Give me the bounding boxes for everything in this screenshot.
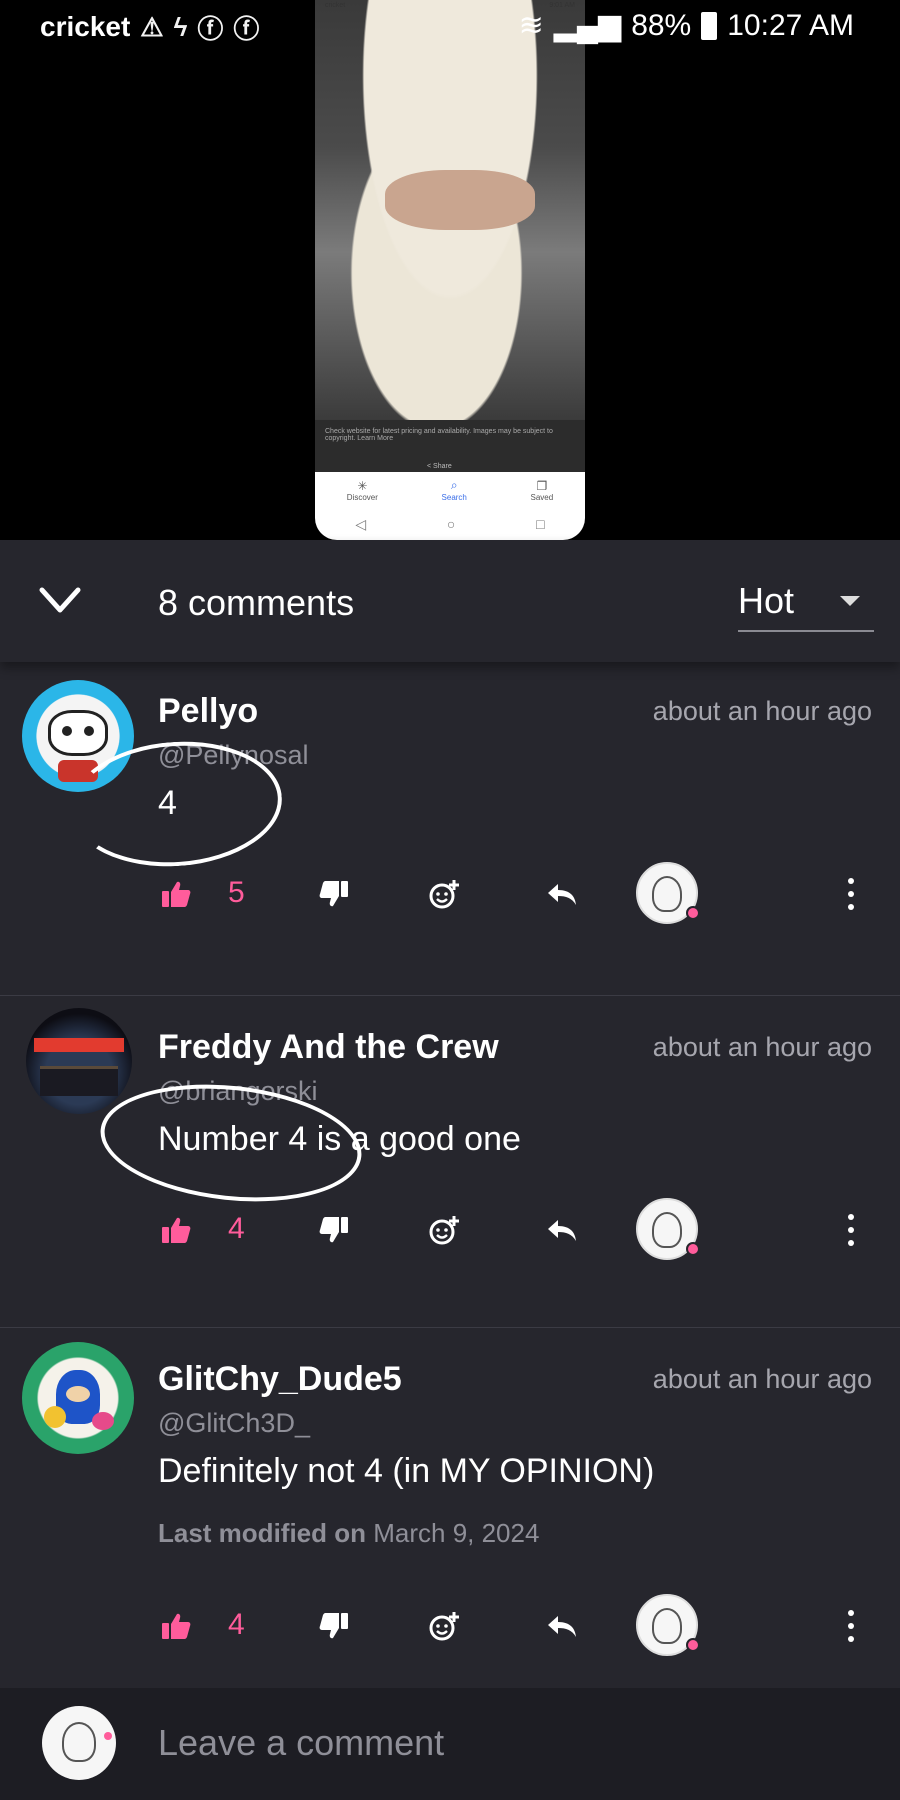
user-handle: @GlitCh3D_ [158,1408,310,1438]
comment-count: 8 comments [158,582,355,623]
bookmark-icon: ❐ [536,478,548,493]
reply-arrow-icon [548,1220,576,1241]
more-options-button[interactable] [848,878,856,910]
reply-arrow-icon [548,1616,576,1637]
comment-actions: 4 [0,1198,900,1262]
reply-button[interactable] [546,862,578,926]
like-count: 4 [228,1608,245,1641]
more-options-button[interactable] [848,1214,856,1246]
dislike-button[interactable] [318,862,350,926]
avatar[interactable] [22,1342,134,1454]
last-modified: Last modified on March 9, 2024 [158,1518,540,1548]
avatar[interactable] [26,1008,132,1114]
comments-sheet: 8 comments Hot Pellyo @Pellynosal about … [0,540,900,1800]
embedded-phone-screenshot: cricket 9:01 AM Check website for latest… [315,0,585,540]
thumbs-up-icon [162,1217,191,1243]
comment-composer[interactable]: Leave a comment [0,1688,900,1800]
thumbs-down-icon [319,1217,348,1243]
add-emoji-icon [429,1216,459,1245]
facebook-icon: ⓕ [197,13,224,44]
reactor-avatar[interactable] [636,862,700,924]
reply-button[interactable] [546,1198,578,1262]
heart-icon [686,1242,700,1256]
add-emoji-icon [429,880,459,909]
timestamp: about an hour ago [652,696,872,726]
current-user-avatar [42,1706,116,1780]
caret-down-icon [840,596,860,606]
username[interactable]: Freddy And the Crew [158,1028,499,1067]
user-handle: @Pellynosal [158,740,309,770]
reactor-avatar[interactable] [636,1198,700,1260]
timestamp: about an hour ago [652,1032,872,1062]
heart-icon [686,1638,700,1652]
carrier-label: cricket [40,11,131,42]
like-count: 4 [228,1212,245,1245]
comment-body: 4 [158,784,177,822]
thumbs-down-icon [319,881,348,907]
thumbs-down-icon [319,1613,348,1639]
more-options-button[interactable] [848,1610,856,1642]
comment-input[interactable]: Leave a comment [158,1722,444,1764]
thumbs-up-icon [162,881,191,907]
avatar[interactable] [22,680,134,792]
comment-actions: 5 [0,862,900,926]
heart-icon [686,906,700,920]
facebook-icon: ⓕ [233,13,260,44]
add-reaction-button[interactable] [428,862,460,926]
sort-dropdown[interactable]: Hot [738,580,874,632]
like-count: 5 [228,876,245,909]
battery-percent: 88% [631,8,692,42]
embedded-nav-discover: ✳ Discover [346,478,378,502]
username[interactable]: Pellyo [158,692,258,731]
add-reaction-button[interactable] [428,1594,460,1658]
reactor-avatar[interactable] [636,1594,700,1656]
home-circle-icon: ○ [446,516,456,532]
wifi-icon: ≋ [518,9,544,42]
search-icon: ⌕ [450,478,458,492]
thumbs-up-icon [162,1613,191,1639]
embedded-nav-saved: ❐ Saved [530,478,554,502]
embedded-bottom-nav: ✳ Discover ⌕ Search ❐ Saved [315,472,585,508]
dislike-button[interactable] [318,1198,350,1262]
comment-item: GlitChy_Dude5 @GlitCh3D_ about an hour a… [0,1328,900,1688]
embedded-nav-search: ⌕ Search [441,478,467,502]
warning-icon: ⚠ [140,11,164,42]
back-triangle-icon: ◁ [355,515,367,532]
embedded-system-nav: ◁ ○ □ [315,508,585,540]
bolt-icon: ϟ [173,11,188,42]
status-bar: cricket ⚠ ϟ ⓕ ⓕ ≋ ▂▄▆ 88% 10:27 AM [0,0,900,54]
reply-arrow-icon [548,884,576,905]
recents-square-icon: □ [536,516,545,532]
chevron-down-icon [39,587,81,613]
like-button[interactable] [160,862,192,926]
username[interactable]: GlitChy_Dude5 [158,1360,402,1399]
collapse-button[interactable] [36,580,84,620]
comment-body: Definitely not 4 (in MY OPINION) [158,1452,655,1490]
share-link: < Share [427,463,452,470]
comment-body: Number 4 is a good one [158,1120,521,1158]
photo-caption-bar: Check website for latest pricing and ava… [315,420,585,472]
comment-item: Pellyo @Pellynosal about an hour ago 4 5 [0,662,900,996]
battery-icon [701,11,718,40]
comments-header: 8 comments Hot [0,540,900,662]
video-player[interactable]: cricket 9:01 AM Check website for latest… [0,0,900,540]
clock: 10:27 AM [727,8,854,42]
dislike-button[interactable] [318,1594,350,1658]
product-photo [315,0,585,420]
comment-actions: 4 [0,1594,900,1658]
reply-button[interactable] [546,1594,578,1658]
timestamp: about an hour ago [652,1364,872,1394]
like-button[interactable] [160,1594,192,1658]
comment-item: Freddy And the Crew @briangorski about a… [0,996,900,1328]
asterisk-icon: ✳ [357,478,368,493]
signal-icon: ▂▄▆ [553,9,622,42]
user-handle: @briangorski [158,1076,318,1106]
like-button[interactable] [160,1198,192,1262]
sort-label: Hot [738,580,795,621]
add-emoji-icon [429,1612,459,1641]
photo-caption: Check website for latest pricing and ava… [325,428,553,442]
add-reaction-button[interactable] [428,1198,460,1262]
